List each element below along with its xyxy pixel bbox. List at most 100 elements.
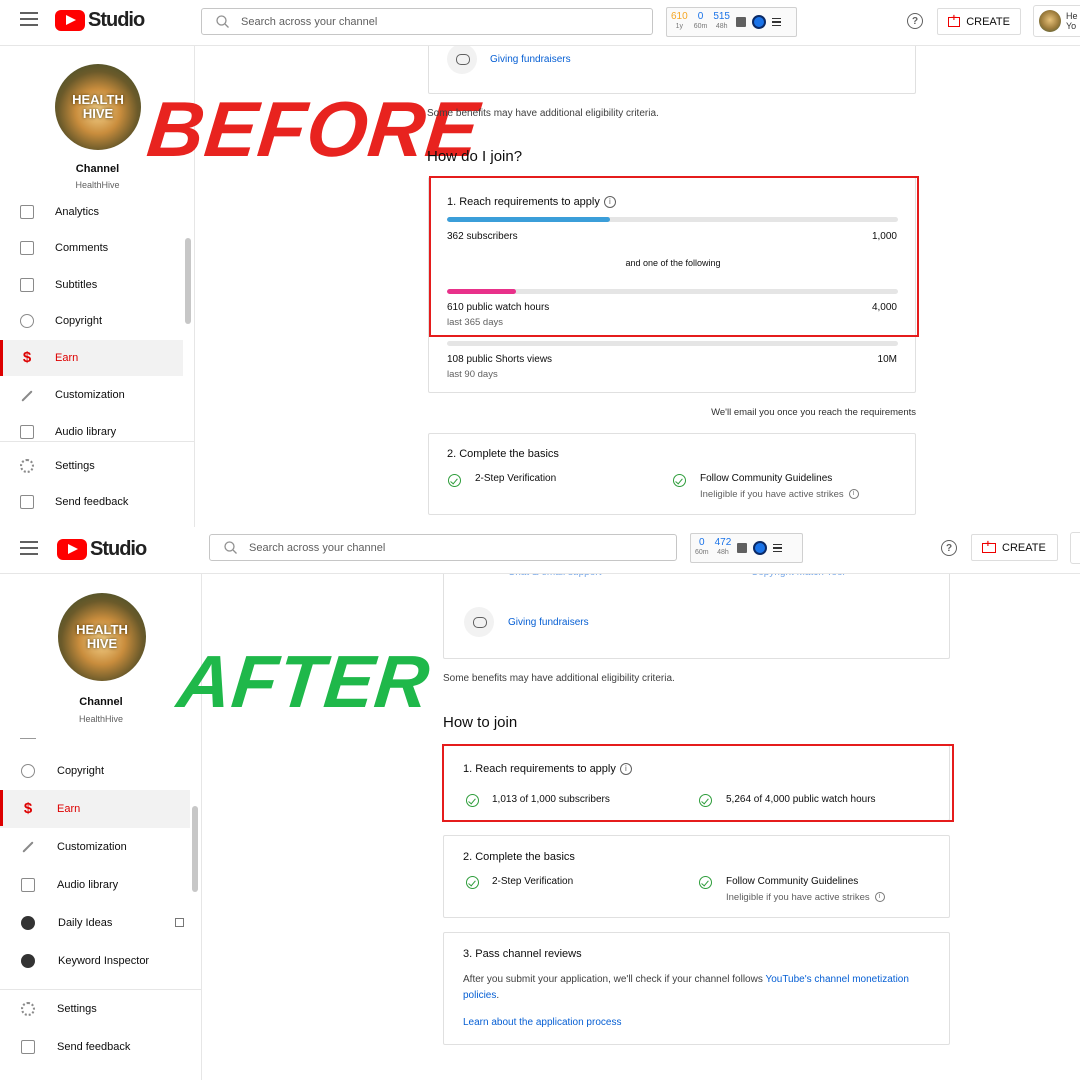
account-button[interactable]: He Yo [1033, 5, 1080, 37]
create-button[interactable]: CREATE [971, 534, 1058, 561]
sidebar-item-settings[interactable]: Settings [0, 448, 183, 484]
sidebar-scrollbar[interactable] [185, 238, 191, 324]
check-icon [673, 474, 686, 487]
top-bar: Studio Search across your channel 0 60m 4… [0, 527, 1080, 574]
realtime-stats-widget[interactable]: 0 60m 472 48h [690, 533, 803, 563]
stat-48h: 515 48h [713, 11, 730, 31]
shorts-period: last 90 days [447, 369, 498, 380]
sidebar-scrollbar[interactable] [192, 806, 198, 892]
info-icon[interactable]: i [874, 892, 885, 903]
giving-fundraisers-link[interactable]: Giving fundraisers [508, 617, 589, 628]
stat-60m: 0 60m [695, 537, 709, 557]
step2-title: 2. Complete the basics [463, 851, 575, 863]
check-icon [699, 876, 712, 889]
copyright-icon [21, 764, 35, 778]
help-icon[interactable]: ? [941, 540, 957, 556]
feedback-icon [21, 1040, 35, 1054]
sidebar-item-settings[interactable]: Settings [0, 990, 190, 1028]
account-text: He Yo [1066, 11, 1078, 31]
step2-title: 2. Complete the basics [447, 448, 559, 460]
youtube-logo-icon [57, 539, 87, 560]
community-guidelines: Follow Community Guidelines [726, 876, 859, 887]
two-step-verification: 2-Step Verification [492, 876, 574, 887]
daily-ideas-icon [21, 916, 35, 930]
dollar-icon: $ [23, 800, 33, 817]
search-input[interactable]: Search across your channel [209, 534, 677, 561]
chart-icon[interactable] [736, 17, 746, 27]
menu-icon[interactable] [773, 543, 783, 553]
shorts-views-target: 10M [877, 354, 897, 365]
sidebar-item-copyright[interactable]: Copyright [0, 303, 183, 339]
sidebar-item-earn[interactable]: $ Earn [0, 340, 183, 376]
sidebar-item-keyword-inspector[interactable]: Keyword Inspector [0, 942, 190, 980]
giving-fundraisers-link[interactable]: Giving fundraisers [490, 54, 571, 65]
gear-icon [21, 1002, 35, 1016]
gear-icon [20, 459, 34, 473]
feedback-icon [20, 495, 34, 509]
external-link-icon [175, 918, 184, 927]
after-panel: Studio Search across your channel 0 60m 4… [0, 527, 1080, 1080]
sidebar-item-earn[interactable]: $ Earn [0, 790, 190, 828]
sidebar-item-daily-ideas[interactable]: Daily Ideas [0, 904, 190, 942]
account-button[interactable] [1070, 532, 1080, 564]
stat-60m: 0 60m [693, 11, 708, 31]
sidebar-item-audio-library[interactable]: Audio library [0, 866, 190, 904]
create-button[interactable]: CREATE [937, 8, 1021, 35]
magic-wand-icon [22, 841, 34, 853]
logo-text: Studio [88, 9, 145, 31]
channel-name: HealthHive [75, 180, 120, 190]
learn-application-process-link[interactable]: Learn about the application process [463, 1017, 621, 1028]
after-label: AFTER [173, 640, 435, 723]
sidebar-item-customization[interactable]: Customization [0, 828, 190, 866]
sidebar-item-audio-library[interactable]: Audio library [0, 414, 183, 450]
fundraiser-icon [464, 607, 494, 637]
sidebar-divider [0, 441, 195, 442]
info-icon[interactable]: i [848, 489, 859, 500]
fundraiser-icon [447, 44, 477, 74]
channel-reviews-card: 3. Pass channel reviews After you submit… [443, 932, 950, 1045]
sidebar-item-customization[interactable]: Customization [0, 377, 183, 413]
sidebar-item-copyright[interactable]: Copyright [0, 752, 190, 790]
sidebar-item-send-feedback[interactable]: Send feedback [0, 484, 183, 520]
create-label: CREATE [966, 15, 1010, 28]
highlight-box [442, 744, 954, 822]
partial-icon [20, 738, 36, 739]
sidebar-item-analytics[interactable]: Analytics [0, 194, 183, 230]
create-video-icon [982, 539, 996, 553]
check-icon [466, 876, 479, 889]
search-placeholder: Search across your channel [241, 15, 378, 28]
sidebar: HEALTH HIVE Channel HealthHive Copyright… [0, 574, 202, 1080]
magic-wand-icon [21, 390, 33, 402]
extension-icon[interactable] [753, 541, 768, 555]
eligibility-note: Some benefits may have additional eligib… [443, 673, 675, 684]
benefits-card: Chat & email support Copyright Match Too… [443, 563, 950, 659]
studio-logo[interactable]: Studio [57, 538, 147, 561]
menu-icon[interactable] [772, 17, 781, 27]
strikes-note: Ineligible if you have active strikes i [726, 892, 885, 903]
audio-library-icon [21, 878, 35, 892]
community-guidelines: Follow Community Guidelines [700, 473, 833, 484]
shorts-views-count: 108 public Shorts views [447, 354, 553, 365]
highlight-box [429, 176, 919, 337]
studio-logo[interactable]: Studio [55, 9, 145, 32]
sidebar-item-send-feedback[interactable]: Send feedback [0, 1028, 190, 1066]
sidebar-item-comments[interactable]: Comments [0, 230, 183, 266]
hamburger-menu-icon[interactable] [20, 12, 38, 26]
channel-avatar[interactable]: HEALTH HIVE [55, 64, 141, 150]
strikes-note: Ineligible if you have active strikes i [700, 489, 859, 500]
eligibility-note: Some benefits may have additional eligib… [427, 108, 659, 119]
extension-icon[interactable] [752, 15, 766, 29]
channel-avatar[interactable]: HEALTH HIVE [58, 593, 146, 681]
basics-card: 2. Complete the basics 2-Step Verificati… [428, 433, 916, 515]
search-input[interactable]: Search across your channel [201, 8, 653, 35]
hamburger-menu-icon[interactable] [20, 541, 38, 555]
dollar-icon: $ [22, 349, 32, 366]
chart-icon[interactable] [737, 543, 748, 553]
stat-48h: 472 48h [714, 537, 732, 557]
two-step-verification: 2-Step Verification [475, 473, 557, 484]
realtime-stats-widget[interactable]: 610 1y 0 60m 515 48h [666, 7, 797, 37]
search-placeholder: Search across your channel [249, 541, 386, 554]
top-bar: Studio Search across your channel 610 1y … [0, 0, 1080, 46]
help-icon[interactable]: ? [907, 13, 923, 29]
sidebar-item-subtitles[interactable]: Subtitles [0, 267, 183, 303]
